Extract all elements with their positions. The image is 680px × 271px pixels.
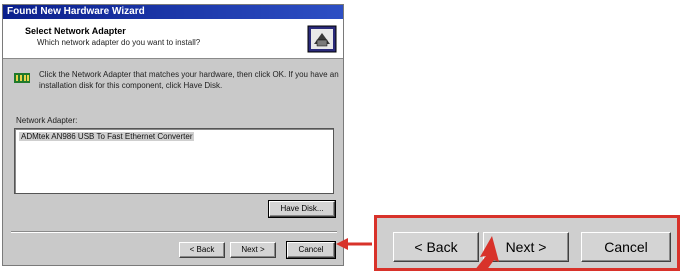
have-disk-button[interactable]: Have Disk... xyxy=(268,200,336,218)
next-button[interactable]: Next > xyxy=(230,242,276,258)
back-button[interactable]: < Back xyxy=(179,242,225,258)
zoomed-back-button[interactable]: < Back xyxy=(393,232,479,262)
instruction-text: Click the Network Adapter that matches y… xyxy=(39,70,339,90)
zoomed-next-button[interactable]: Next > xyxy=(483,232,569,262)
header-subtitle: Which network adapter do you want to ins… xyxy=(37,38,201,47)
network-adapter-list[interactable]: ADMtek AN986 USB To Fast Ethernet Conver… xyxy=(14,128,334,194)
network-adapter-label: Network Adapter: xyxy=(16,116,78,125)
found-new-hardware-wizard: Found New Hardware Wizard Select Network… xyxy=(2,4,344,266)
zoomed-button-callout: < Back Next > Cancel xyxy=(374,215,680,271)
network-hardware-icon xyxy=(14,73,30,83)
window-title: Found New Hardware Wizard xyxy=(3,5,343,19)
list-item[interactable]: ADMtek AN986 USB To Fast Ethernet Conver… xyxy=(19,132,195,141)
header-title: Select Network Adapter xyxy=(25,26,126,36)
wizard-header: Select Network Adapter Which network ada… xyxy=(3,19,343,59)
cancel-button[interactable]: Cancel xyxy=(286,241,336,259)
divider xyxy=(11,231,337,233)
wizard-header-icon xyxy=(307,25,337,53)
zoomed-cancel-button[interactable]: Cancel xyxy=(581,232,671,262)
